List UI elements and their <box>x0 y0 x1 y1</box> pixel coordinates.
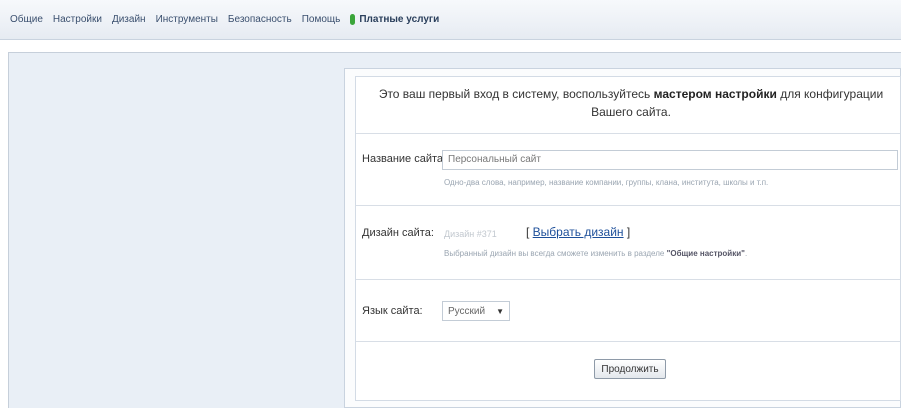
divider <box>356 133 900 134</box>
divider <box>356 341 900 342</box>
nav-security[interactable]: Безопасность <box>228 14 292 25</box>
paid-services-label: Платные услуги <box>359 14 440 25</box>
design-label: Дизайн сайта: <box>362 227 434 239</box>
dropdown-arrow-icon: ▼ <box>496 306 504 316</box>
nav-tools[interactable]: Инструменты <box>156 14 218 25</box>
wizard-intro: Это ваш первый вход в систему, воспользу… <box>366 85 896 121</box>
site-name-input[interactable]: Персональный сайт <box>442 150 898 170</box>
design-value: Дизайн #371 <box>444 229 497 239</box>
site-name-label: Название сайта: <box>362 153 447 165</box>
continue-button[interactable]: Продолжить <box>594 359 666 379</box>
nav-paid-services[interactable]: Платные услуги <box>350 14 439 25</box>
site-name-hint: Одно-два слова, например, название компа… <box>444 178 769 187</box>
language-label: Язык сайта: <box>362 305 423 317</box>
divider <box>356 205 900 206</box>
design-hint: Выбранный дизайн вы всегда сможете измен… <box>444 249 747 258</box>
intro-text-bold: мастером настройки <box>653 87 777 101</box>
nav-general[interactable]: Общие <box>10 14 43 25</box>
language-select[interactable]: Русский ▼ <box>442 301 510 321</box>
language-value: Русский <box>448 305 486 317</box>
choose-design: [ Выбрать дизайн ] <box>526 225 631 239</box>
choose-design-link[interactable]: Выбрать дизайн <box>533 225 624 239</box>
paid-services-icon <box>350 14 356 25</box>
design-hint-text: Выбранный дизайн вы всегда сможете измен… <box>444 249 667 258</box>
design-hint-end: . <box>744 249 748 258</box>
top-navigation: Общие Настройки Дизайн Инструменты Безоп… <box>0 0 901 40</box>
setup-wizard: Это ваш первый вход в систему, воспользу… <box>355 76 901 401</box>
design-hint-bold: "Общие настройки" <box>666 249 745 258</box>
intro-text-start: Это ваш первый вход в систему, воспользу… <box>378 87 654 101</box>
divider <box>356 279 900 280</box>
nav-help[interactable]: Помощь <box>302 14 341 25</box>
nav-settings[interactable]: Настройки <box>53 14 102 25</box>
nav-design[interactable]: Дизайн <box>112 14 146 25</box>
